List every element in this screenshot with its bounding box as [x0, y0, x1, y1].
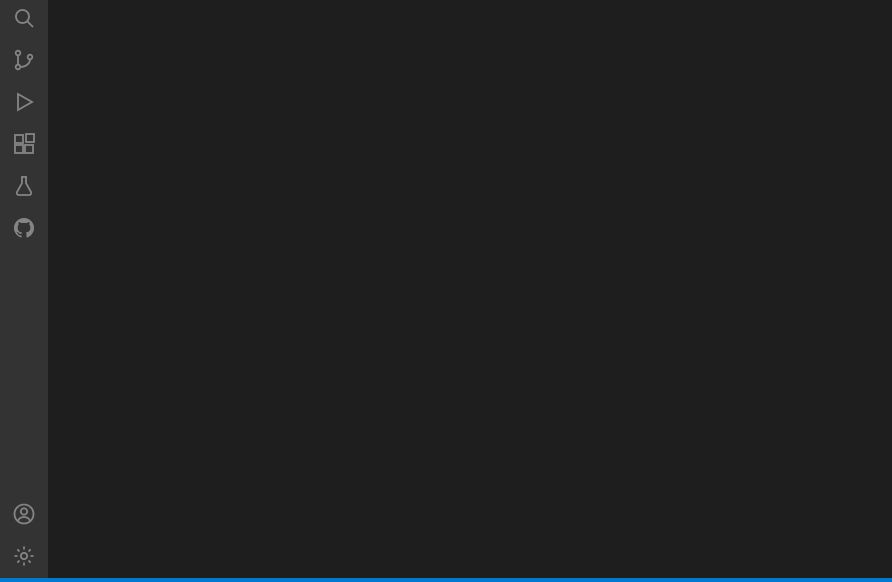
activity-bar-bottom — [12, 502, 36, 578]
github-icon[interactable] — [12, 216, 36, 240]
activity-bar — [0, 0, 48, 578]
search-icon[interactable] — [12, 6, 36, 30]
source-control-icon[interactable] — [12, 48, 36, 72]
settings-icon[interactable] — [12, 544, 36, 568]
extensions-icon[interactable] — [12, 132, 36, 156]
testing-icon[interactable] — [12, 174, 36, 198]
activity-bar-top — [12, 6, 36, 240]
run-debug-icon[interactable] — [12, 90, 36, 114]
accounts-icon[interactable] — [12, 502, 36, 526]
status-bar — [0, 578, 892, 582]
